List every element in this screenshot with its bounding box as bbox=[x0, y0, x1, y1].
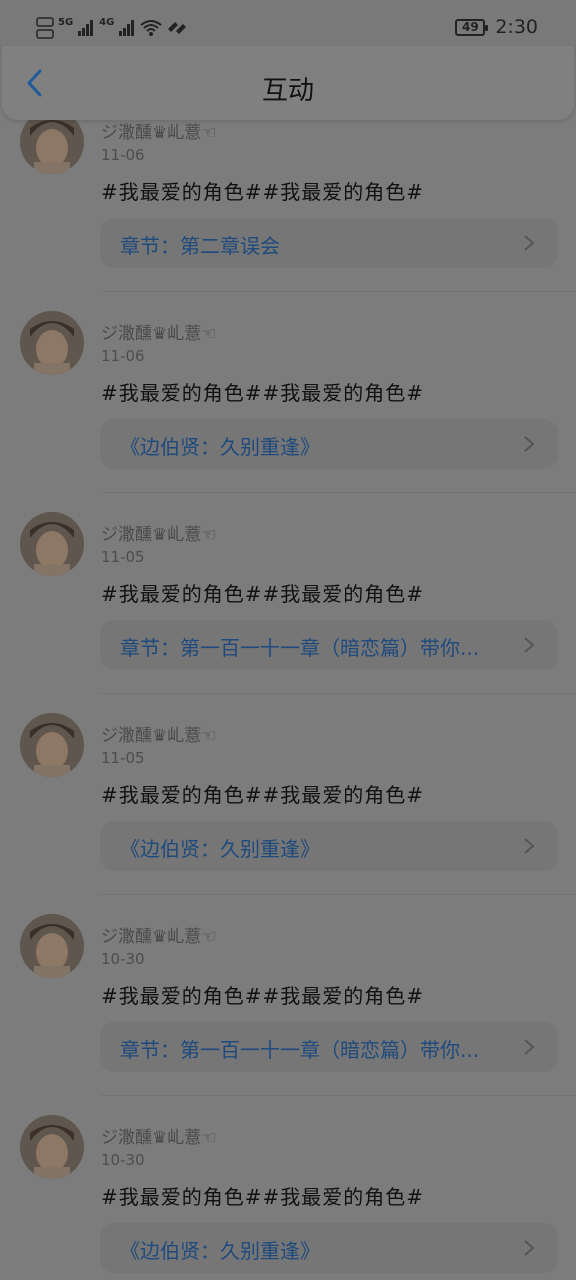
chevron-right-icon bbox=[524, 838, 535, 854]
post-date: 11-06 bbox=[101, 347, 145, 365]
list-item[interactable]: ジ潵醺♛乢薏☜ 11-06 #我最爱的角色##我最爱的角色# 章节：第二章误会 bbox=[0, 110, 576, 311]
list-item[interactable]: ジ潵醺♛乢薏☜ 11-05 #我最爱的角色##我最爱的角色# 章节：第一百一十一… bbox=[0, 512, 576, 713]
link-text: 章节：第一百一十一章（暗恋篇）带你... bbox=[120, 636, 480, 660]
link-text: 《边伯贤：久别重逢》 bbox=[120, 1239, 320, 1263]
divider bbox=[100, 693, 576, 694]
link-text: 章节：第一百一十一章（暗恋篇）带你... bbox=[120, 1038, 480, 1062]
avatar[interactable] bbox=[20, 1115, 84, 1179]
screen: ジ潵醺♛乢薏☜ 11-06 #我最爱的角色##我最爱的角色# 章节：第二章误会 bbox=[0, 0, 576, 1280]
username[interactable]: ジ潵醺♛乢薏☜ bbox=[101, 319, 216, 344]
post-date: 11-05 bbox=[101, 749, 145, 767]
post-content: #我最爱的角色##我最爱的角色# bbox=[101, 984, 425, 1008]
list-item[interactable]: ジ潵醺♛乢薏☜ 11-05 #我最爱的角色##我最爱的角色# 《边伯贤：久别重逢… bbox=[0, 713, 576, 914]
username[interactable]: ジ潵醺♛乢薏☜ bbox=[101, 1123, 216, 1148]
chapter-link-card[interactable]: 章节：第一百一十一章（暗恋篇）带你... bbox=[100, 620, 558, 670]
link-text: 章节：第二章误会 bbox=[120, 234, 280, 258]
book-link-card[interactable]: 《边伯贤：久别重逢》 bbox=[100, 1223, 558, 1273]
wifi-icon bbox=[140, 20, 162, 36]
status-icons-left: 5G 4G bbox=[36, 16, 188, 40]
avatar[interactable] bbox=[20, 311, 84, 375]
link-text: 《边伯贤：久别重逢》 bbox=[120, 435, 320, 459]
signal-icon bbox=[119, 20, 135, 36]
username[interactable]: ジ潵醺♛乢薏☜ bbox=[101, 520, 216, 545]
list-item[interactable]: ジ潵醺♛乢薏☜ 11-06 #我最爱的角色##我最爱的角色# 《边伯贤：久别重逢… bbox=[0, 311, 576, 512]
avatar-image bbox=[20, 512, 84, 576]
hotspot-icon bbox=[168, 22, 187, 34]
post-content: #我最爱的角色##我最爱的角色# bbox=[101, 783, 425, 807]
avatar[interactable] bbox=[20, 713, 84, 777]
avatar[interactable] bbox=[20, 512, 84, 576]
list-item[interactable]: ジ潵醺♛乢薏☜ 10-30 #我最爱的角色##我最爱的角色# 《边伯贤：久别重逢… bbox=[0, 1115, 576, 1280]
post-date: 10-30 bbox=[101, 950, 145, 968]
username[interactable]: ジ潵醺♛乢薏☜ bbox=[101, 922, 216, 947]
username[interactable]: ジ潵醺♛乢薏☜ bbox=[101, 118, 216, 143]
chevron-right-icon bbox=[524, 1240, 535, 1256]
chevron-right-icon bbox=[524, 1039, 535, 1055]
post-content: #我最爱的角色##我最爱的角色# bbox=[101, 381, 425, 405]
post-content: #我最爱的角色##我最爱的角色# bbox=[101, 1185, 425, 1209]
chapter-link-card[interactable]: 章节：第一百一十一章（暗恋篇）带你... bbox=[100, 1022, 558, 1072]
hd-icon bbox=[36, 17, 54, 39]
post-date: 10-30 bbox=[101, 1151, 145, 1169]
avatar-image bbox=[20, 713, 84, 777]
post-content: #我最爱的角色##我最爱的角色# bbox=[101, 582, 425, 606]
link-text: 《边伯贤：久别重逢》 bbox=[120, 837, 320, 861]
post-date: 11-06 bbox=[101, 146, 145, 164]
chevron-right-icon bbox=[524, 235, 535, 251]
app-header: 互动 bbox=[2, 46, 574, 120]
avatar[interactable] bbox=[20, 914, 84, 978]
divider bbox=[100, 1095, 576, 1096]
username[interactable]: ジ潵醺♛乢薏☜ bbox=[101, 721, 216, 746]
network-4g-label: 4G bbox=[99, 16, 115, 28]
avatar-image bbox=[20, 914, 84, 978]
interaction-feed[interactable]: ジ潵醺♛乢薏☜ 11-06 #我最爱的角色##我最爱的角色# 章节：第二章误会 bbox=[0, 0, 576, 1280]
avatar-image bbox=[20, 1115, 84, 1179]
chapter-link-card[interactable]: 章节：第二章误会 bbox=[100, 218, 558, 268]
battery-icon: 49 bbox=[455, 18, 489, 36]
list-item[interactable]: ジ潵醺♛乢薏☜ 10-30 #我最爱的角色##我最爱的角色# 章节：第一百一十一… bbox=[0, 914, 576, 1115]
book-link-card[interactable]: 《边伯贤：久别重逢》 bbox=[100, 419, 558, 469]
avatar-image bbox=[20, 311, 84, 375]
signal-icon bbox=[78, 20, 94, 36]
clock: 2:30 bbox=[495, 16, 538, 38]
network-5g-label: 5G bbox=[58, 16, 74, 28]
divider bbox=[100, 291, 576, 292]
divider bbox=[100, 492, 576, 493]
book-link-card[interactable]: 《边伯贤：久别重逢》 bbox=[100, 821, 558, 871]
status-icons-right: 49 2:30 bbox=[455, 16, 538, 38]
page-title: 互动 bbox=[261, 76, 314, 106]
divider bbox=[100, 894, 576, 895]
chevron-right-icon bbox=[524, 436, 535, 452]
post-date: 11-05 bbox=[101, 548, 145, 566]
chevron-right-icon bbox=[524, 637, 535, 653]
post-content: #我最爱的角色##我最爱的角色# bbox=[101, 180, 425, 204]
